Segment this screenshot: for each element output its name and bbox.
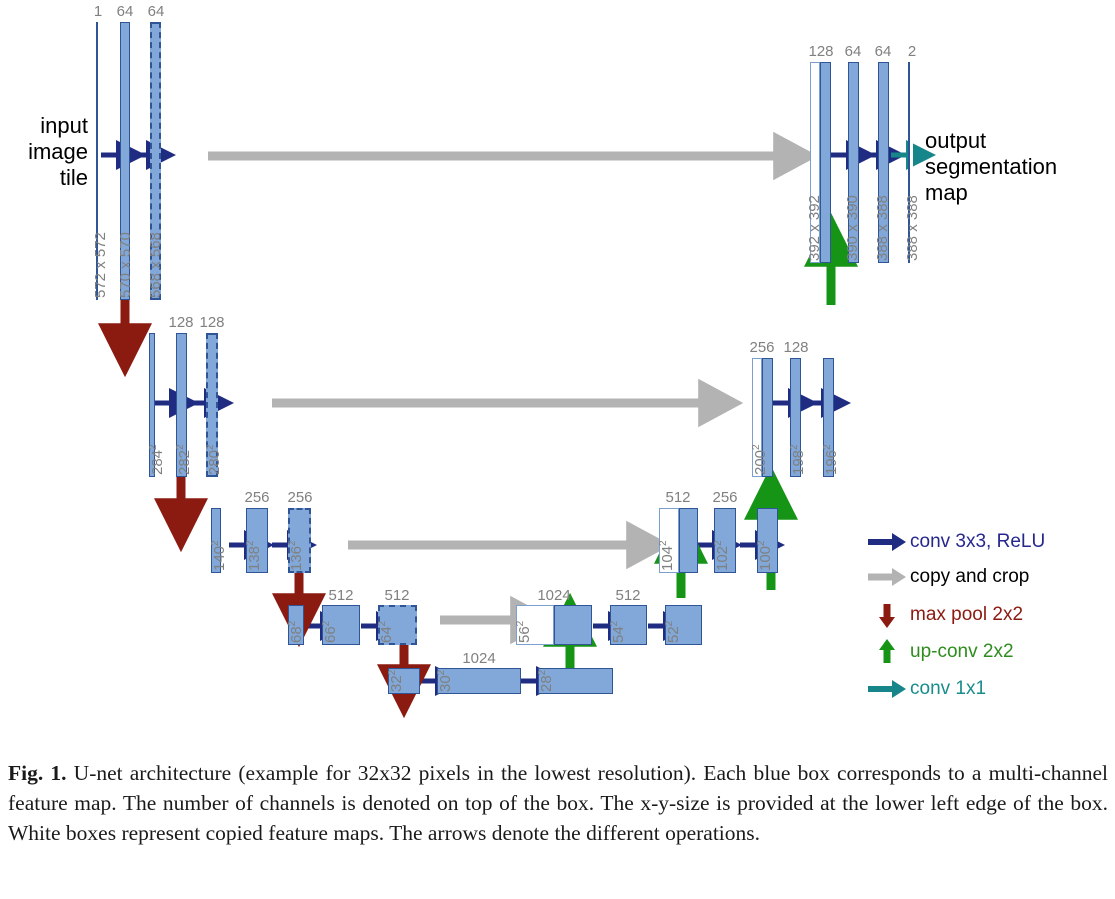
channels-1024-bottom: 1024 bbox=[462, 650, 496, 667]
size-388a: 388 x 388 bbox=[874, 195, 891, 261]
size-54: 542 bbox=[609, 620, 627, 643]
legend-label-conv1x1: conv 1x1 bbox=[910, 678, 987, 699]
channels-512b: 512 bbox=[384, 587, 410, 604]
figure-caption: Fig. 1. U-net architecture (example for … bbox=[8, 758, 1108, 848]
legend-row-copy-crop: copy and crop bbox=[860, 563, 1115, 593]
channels-2-out: 2 bbox=[907, 43, 917, 60]
legend-row-up-conv: up-conv 2x2 bbox=[860, 638, 1115, 668]
size-392: 392 x 392 bbox=[806, 195, 823, 261]
size-100: 1002 bbox=[756, 540, 774, 571]
input-image-tile-label: input image tile bbox=[28, 113, 88, 190]
arrow-right-teal-icon bbox=[868, 680, 906, 698]
featmap-104-up bbox=[679, 508, 698, 573]
legend-row-max-pool: max pool 2x2 bbox=[860, 601, 1115, 631]
channels-128-out: 128 bbox=[808, 43, 834, 60]
size-102: 1022 bbox=[713, 540, 731, 571]
size-388b: 388 x 388 bbox=[904, 195, 921, 261]
channels-64-out2: 64 bbox=[874, 43, 892, 60]
channels-256-up3: 256 bbox=[712, 489, 738, 506]
size-136: 1362 bbox=[287, 540, 305, 571]
channels-128-up2: 128 bbox=[783, 339, 809, 356]
unet-architecture-figure: 1 64 64 572 x 572 570 x 570 568 x 568 in… bbox=[0, 0, 1115, 745]
size-30: 302 bbox=[436, 669, 454, 692]
output-segmentation-map-label: output segmentation map bbox=[925, 128, 1058, 205]
channels-128b: 128 bbox=[199, 314, 225, 331]
legend-label-up-conv: up-conv 2x2 bbox=[910, 641, 1014, 662]
size-568: 568 x 568 bbox=[147, 232, 164, 298]
channels-256a: 256 bbox=[244, 489, 270, 506]
size-56: 562 bbox=[515, 620, 533, 643]
channels-1024-up: 1024 bbox=[537, 587, 571, 604]
size-138: 1382 bbox=[245, 540, 263, 571]
size-284: 2842 bbox=[148, 444, 166, 475]
arrow-down-dark-red-icon bbox=[879, 604, 895, 628]
channels-64a: 64 bbox=[116, 3, 134, 20]
legend-label-conv3x3: conv 3x3, ReLU bbox=[910, 531, 1046, 552]
legend-row-conv3x3: conv 3x3, ReLU bbox=[860, 528, 1115, 558]
caption-figure-number: Fig. 1. bbox=[8, 761, 67, 785]
size-196: 1962 bbox=[822, 444, 840, 475]
size-572: 572 x 572 bbox=[92, 232, 109, 298]
size-68: 682 bbox=[287, 620, 305, 643]
legend-row-conv1x1: conv 1x1 bbox=[860, 675, 1115, 705]
legend: conv 3x3, ReLU copy and crop max pool 2x… bbox=[860, 528, 1115, 708]
channels-256b: 256 bbox=[287, 489, 313, 506]
size-390: 390 x 390 bbox=[844, 195, 861, 261]
channels-512-up4: 512 bbox=[615, 587, 641, 604]
size-280: 2802 bbox=[205, 444, 223, 475]
size-52: 522 bbox=[664, 620, 682, 643]
arrow-up-green-icon bbox=[879, 639, 895, 663]
max-pool-arrows bbox=[98, 300, 431, 719]
caption-text: U-net architecture (example for 32x32 pi… bbox=[8, 761, 1109, 845]
channels-1: 1 bbox=[93, 3, 103, 20]
size-64: 642 bbox=[377, 620, 395, 643]
arrow-right-gray-icon bbox=[868, 568, 906, 586]
size-200: 2002 bbox=[751, 444, 769, 475]
channels-512-up3: 512 bbox=[665, 489, 691, 506]
channels-256-up2: 256 bbox=[749, 339, 775, 356]
size-104: 1042 bbox=[658, 540, 676, 571]
size-282: 2822 bbox=[175, 444, 193, 475]
channels-64b: 64 bbox=[147, 3, 165, 20]
legend-label-copy-crop: copy and crop bbox=[910, 566, 1030, 587]
size-28: 282 bbox=[537, 669, 555, 692]
size-198: 1982 bbox=[789, 444, 807, 475]
legend-label-max-pool: max pool 2x2 bbox=[910, 604, 1024, 625]
channels-128a: 128 bbox=[168, 314, 194, 331]
size-140: 1402 bbox=[210, 540, 228, 571]
channels-64-out1: 64 bbox=[844, 43, 862, 60]
featmap-56-up bbox=[554, 605, 592, 645]
arrow-right-dark-blue-icon bbox=[868, 533, 906, 551]
channels-512a: 512 bbox=[328, 587, 354, 604]
size-32: 322 bbox=[387, 669, 405, 692]
size-66: 662 bbox=[321, 620, 339, 643]
size-570: 570 x 570 bbox=[117, 232, 134, 298]
